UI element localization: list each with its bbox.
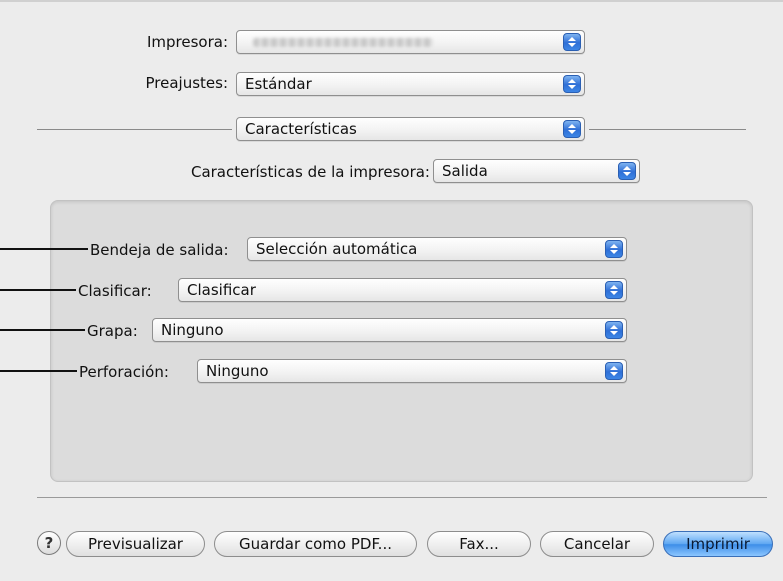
printer-label: Impresora:: [146, 33, 228, 51]
presets-value: Estándar: [245, 75, 312, 93]
popup-arrows-icon: [563, 33, 581, 51]
popup-arrows-icon: [618, 162, 636, 180]
bottom-divider: [37, 497, 767, 498]
collate-value: Clasificar: [187, 281, 256, 299]
printer-popup[interactable]: [236, 30, 585, 54]
punch-popup[interactable]: Ninguno: [197, 359, 627, 383]
popup-arrows-icon: [605, 362, 623, 380]
printer-features-label: Características de la impresora:: [190, 163, 430, 181]
cancel-button[interactable]: Cancelar: [540, 531, 654, 557]
popup-arrows-icon: [563, 75, 581, 93]
presets-label: Preajustes:: [145, 74, 228, 92]
printer-features-value: Salida: [442, 162, 488, 180]
save-as-pdf-button[interactable]: Guardar como PDF...: [214, 531, 417, 557]
popup-arrows-icon: [605, 281, 623, 299]
output-tray-label: Bendeja de salida:: [90, 241, 229, 259]
staple-label: Grapa:: [87, 322, 138, 340]
section-value: Características: [245, 120, 357, 138]
callout-line: [0, 289, 76, 291]
output-tray-popup[interactable]: Selección automática: [247, 237, 627, 261]
printer-name-blurred: [253, 38, 433, 47]
collate-label: Clasificar:: [78, 282, 152, 300]
callout-line: [0, 329, 85, 331]
divider-left: [37, 129, 232, 130]
callout-line: [0, 248, 88, 250]
staple-popup[interactable]: Ninguno: [152, 318, 627, 342]
printer-features-popup[interactable]: Salida: [433, 159, 640, 183]
callout-line: [0, 370, 77, 372]
punch-value: Ninguno: [206, 362, 269, 380]
fax-button[interactable]: Fax...: [427, 531, 531, 557]
output-tray-value: Selección automática: [256, 240, 418, 258]
popup-arrows-icon: [605, 321, 623, 339]
staple-value: Ninguno: [161, 321, 224, 339]
section-popup[interactable]: Características: [236, 117, 585, 141]
popup-arrows-icon: [605, 240, 623, 258]
divider-right: [589, 129, 746, 130]
collate-popup[interactable]: Clasificar: [178, 278, 627, 302]
punch-label: Perforación:: [79, 363, 169, 381]
window-top-edge: [0, 0, 783, 2]
print-button[interactable]: Imprimir: [663, 531, 773, 557]
preview-button[interactable]: Previsualizar: [66, 531, 205, 557]
help-button[interactable]: ?: [37, 531, 61, 555]
presets-popup[interactable]: Estándar: [236, 72, 585, 96]
print-dialog: Impresora: Preajustes: Estándar Caracter…: [0, 0, 783, 581]
popup-arrows-icon: [563, 120, 581, 138]
